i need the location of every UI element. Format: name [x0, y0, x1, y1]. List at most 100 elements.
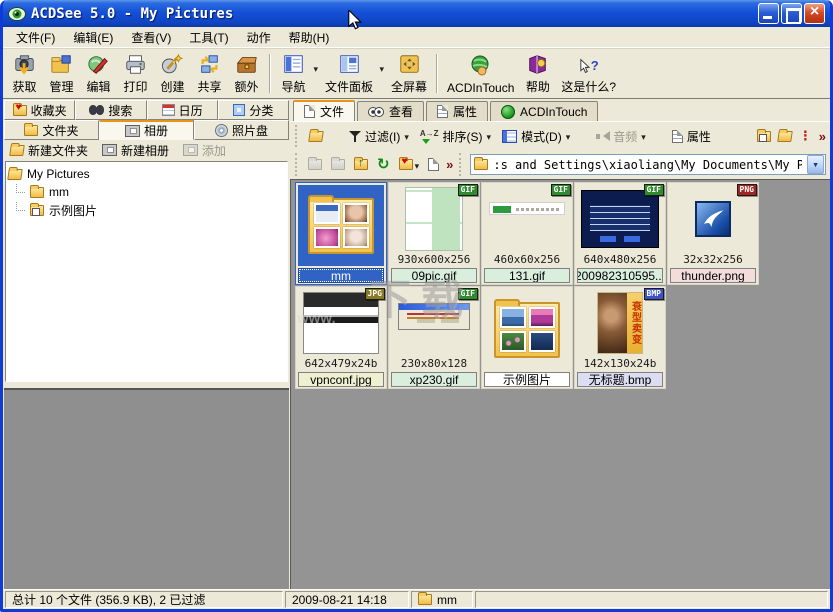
minimize-button[interactable] [758, 3, 779, 24]
favorites-button[interactable] [397, 156, 422, 174]
tree-node-samples[interactable]: 示例图片 [8, 201, 285, 219]
chevron-down-icon[interactable] [404, 129, 409, 143]
acdintouch-button[interactable]: ACDInTouch [442, 51, 519, 96]
tab-file[interactable]: 文件 [293, 100, 355, 121]
acquire-button[interactable]: 获取 [6, 51, 43, 96]
thumbnail-image[interactable]: GIF [484, 185, 570, 253]
new-folder-small-button[interactable] [757, 131, 771, 142]
thumbnail-image[interactable]: JPG [298, 289, 384, 357]
file-panel-button[interactable]: 文件面板 [320, 51, 386, 96]
file-name-label[interactable]: 示例图片 [484, 372, 570, 387]
file-name-label[interactable]: 09pic.gif [391, 268, 477, 283]
menu-edit[interactable]: 编辑(E) [64, 27, 122, 48]
menu-tools[interactable]: 工具(T) [180, 27, 237, 48]
thumbnail-image[interactable]: 衰型卖变 BMP [577, 289, 663, 357]
describe-button[interactable] [426, 156, 441, 173]
toolbar-grip[interactable] [295, 153, 300, 176]
extras-button[interactable]: 额外 [228, 51, 265, 96]
maximize-button[interactable] [781, 3, 802, 24]
thumb-mm-folder[interactable]: mm [295, 182, 387, 285]
toolbar-grip[interactable] [295, 125, 300, 147]
chevron-down-icon [641, 129, 646, 143]
thumbnail-image[interactable] [298, 185, 384, 266]
thumbnail-image[interactable]: GIF [391, 289, 477, 357]
address-bar[interactable]: :s and Settings\xiaoliang\My Documents\M… [470, 154, 826, 175]
tab-photo-discs[interactable]: 照片盘 [194, 120, 289, 140]
help-button[interactable]: 帮助 [519, 51, 556, 96]
up-one-level-button[interactable] [352, 157, 370, 172]
up-folder-button[interactable] [306, 129, 326, 144]
menu-file[interactable]: 文件(F) [7, 27, 64, 48]
address-path[interactable]: :s and Settings\xiaoliang\My Documents\M… [493, 158, 802, 172]
thumbnail-image[interactable]: GIF [391, 185, 477, 253]
toolbar-overflow-chevron[interactable] [446, 157, 453, 172]
tab-calendar[interactable]: 日历 [147, 100, 218, 120]
thumb-untitled-bmp[interactable]: 衰型卖变 BMP 142x130x24b 无标题.bmp [574, 286, 666, 389]
menu-actions[interactable]: 动作 [238, 27, 280, 48]
menu-help[interactable]: 帮助(H) [280, 27, 339, 48]
tab-properties[interactable]: 属性 [426, 101, 488, 121]
file-name-label[interactable]: mm [298, 268, 384, 283]
thumb-131[interactable]: GIF 460x60x256 131.gif [481, 182, 573, 285]
tab-folders[interactable]: 文件夹 [4, 120, 99, 140]
file-name-label[interactable]: vpnconf.jpg [298, 372, 384, 387]
create-button[interactable]: 创建 [154, 51, 191, 96]
chevron-down-icon[interactable] [313, 64, 318, 75]
gif-format-badge: GIF [644, 184, 664, 196]
file-name-label[interactable]: thunder.png [670, 268, 756, 283]
chevron-down-icon[interactable] [379, 64, 384, 75]
whats-this-button[interactable]: 这是什么? [556, 51, 621, 96]
file-name-label[interactable]: 200982310595... [577, 268, 663, 283]
tab-albums[interactable]: 相册 [99, 120, 194, 140]
address-dropdown-button[interactable] [807, 155, 824, 174]
new-album-button[interactable]: 新建相册 [102, 142, 169, 159]
thunder-bird-logo [700, 206, 726, 232]
share-button[interactable]: 共享 [191, 51, 228, 96]
toolbar-grip[interactable] [459, 153, 464, 176]
tab-favorites[interactable]: 收藏夹 [4, 100, 75, 120]
thumb-thunder[interactable]: PNG 32x32x256 thunder.png [667, 182, 759, 285]
status-current-folder: mm [411, 591, 473, 608]
chevron-down-icon[interactable] [415, 158, 420, 172]
thumb-09pic[interactable]: GIF 930x600x256 09pic.gif [388, 182, 480, 285]
thumb-2009823[interactable]: GIF 640x480x256 200982310595... [574, 182, 666, 285]
tab-view[interactable]: 查看 [357, 101, 424, 121]
sort-button[interactable]: 排序(S) [417, 123, 494, 150]
edit-button[interactable]: 编辑 [80, 51, 117, 96]
tree-node-root[interactable]: My Pictures [8, 165, 285, 183]
mode-button[interactable]: 模式(D) [499, 126, 573, 147]
navigation-pane-button[interactable]: 导航 [275, 51, 320, 96]
acdsee-app-icon [8, 6, 26, 22]
manage-button[interactable]: 管理 [43, 51, 80, 96]
chevron-down-icon[interactable] [487, 129, 492, 143]
tab-acdintouch[interactable]: ACDInTouch [490, 101, 598, 121]
file-name-label[interactable]: 无标题.bmp [577, 372, 663, 387]
thumbnail-image[interactable] [484, 289, 570, 370]
back-folder-icon [308, 159, 322, 170]
tree-node-mm[interactable]: mm [8, 183, 285, 201]
file-name-label[interactable]: xp230.gif [391, 372, 477, 387]
tab-search[interactable]: 搜索 [75, 100, 146, 120]
file-name-label[interactable]: 131.gif [484, 268, 570, 283]
refresh-button[interactable] [375, 155, 392, 174]
thumbnail-image[interactable]: PNG [670, 185, 756, 253]
thumb-xp230[interactable]: GIF 230x80x128 xp230.gif [388, 286, 480, 389]
print-button[interactable]: 打印 [117, 51, 154, 96]
toolbar-overflow-chevron[interactable] [819, 129, 826, 144]
new-folder-button[interactable]: 新建文件夹 [10, 142, 88, 159]
eyes-icon [368, 107, 384, 116]
add-label: 添加 [202, 142, 226, 159]
close-button[interactable] [804, 3, 825, 24]
help-book-icon [524, 53, 551, 76]
chevron-down-icon[interactable] [566, 129, 571, 143]
copy-folder-small-button[interactable] [777, 131, 793, 142]
thumb-vpnconf[interactable]: JPG 642x479x24b vpnconf.jpg [295, 286, 387, 389]
red-dots-icon [799, 128, 812, 144]
fullscreen-button[interactable]: 全屏幕 [386, 51, 432, 96]
tab-categories[interactable]: 分类 [218, 100, 289, 120]
menu-view[interactable]: 查看(V) [122, 27, 180, 48]
filter-button[interactable]: 过滤(I) [346, 126, 412, 147]
thumbnail-image[interactable]: GIF [577, 185, 663, 253]
properties-button[interactable]: 属性 [669, 126, 714, 147]
thumb-samples-folder[interactable]: 示例图片 [481, 286, 573, 389]
